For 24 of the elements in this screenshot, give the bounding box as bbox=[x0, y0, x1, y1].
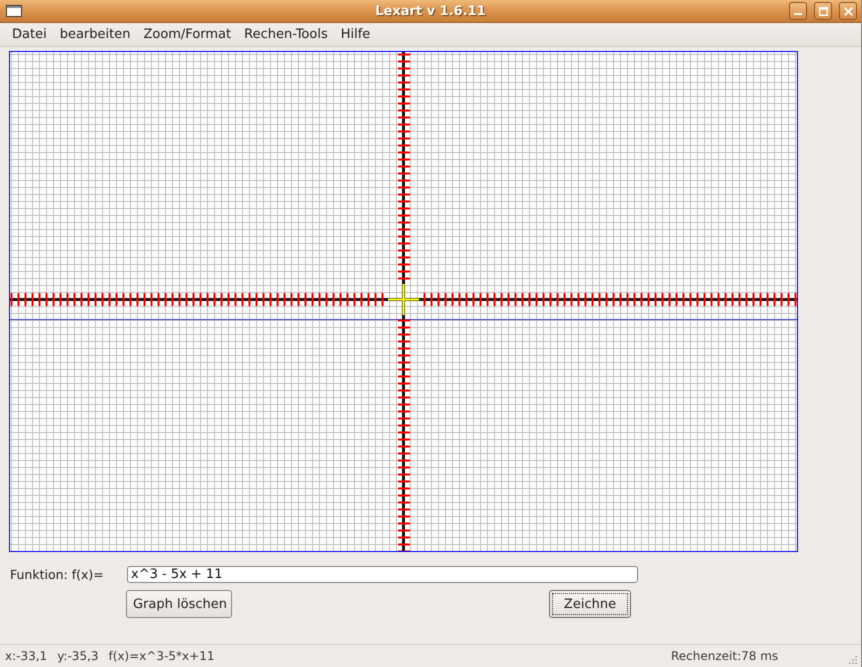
status-text: f(x)=x^3-5*x+11 bbox=[108, 649, 214, 663]
maximize-button[interactable] bbox=[814, 2, 832, 20]
crosshair-icon bbox=[387, 283, 420, 316]
maximize-icon bbox=[818, 6, 828, 16]
menu-item[interactable]: Hilfe bbox=[334, 27, 378, 42]
minimize-icon bbox=[794, 13, 802, 15]
graph-canvas[interactable] bbox=[9, 51, 798, 552]
menu-item[interactable]: bearbeiten bbox=[52, 27, 138, 42]
status-text: x:-33,1 bbox=[5, 649, 48, 663]
function-label: Funktion: f(x)= bbox=[9, 567, 105, 582]
function-input[interactable]: x^3 - 5x + 11 bbox=[127, 566, 638, 583]
calculation-time: Rechenzeit:78 ms bbox=[671, 649, 778, 663]
minimize-button[interactable] bbox=[789, 2, 807, 20]
close-icon bbox=[844, 6, 852, 16]
clear-graph-button[interactable]: Graph löschen bbox=[126, 590, 232, 618]
draw-button[interactable]: Zeichne bbox=[549, 590, 631, 618]
menu-item[interactable]: Zoom/Format bbox=[136, 27, 238, 42]
menu-item[interactable]: Rechen-Tools bbox=[237, 27, 335, 42]
window-title: Lexart v 1.6.11 bbox=[375, 4, 486, 18]
resize-grip-icon bbox=[849, 656, 857, 664]
status-text: y:-35,3 bbox=[57, 649, 99, 663]
close-button[interactable] bbox=[839, 2, 857, 20]
window-icon bbox=[6, 5, 22, 17]
menu-item[interactable]: Datei bbox=[5, 27, 54, 42]
